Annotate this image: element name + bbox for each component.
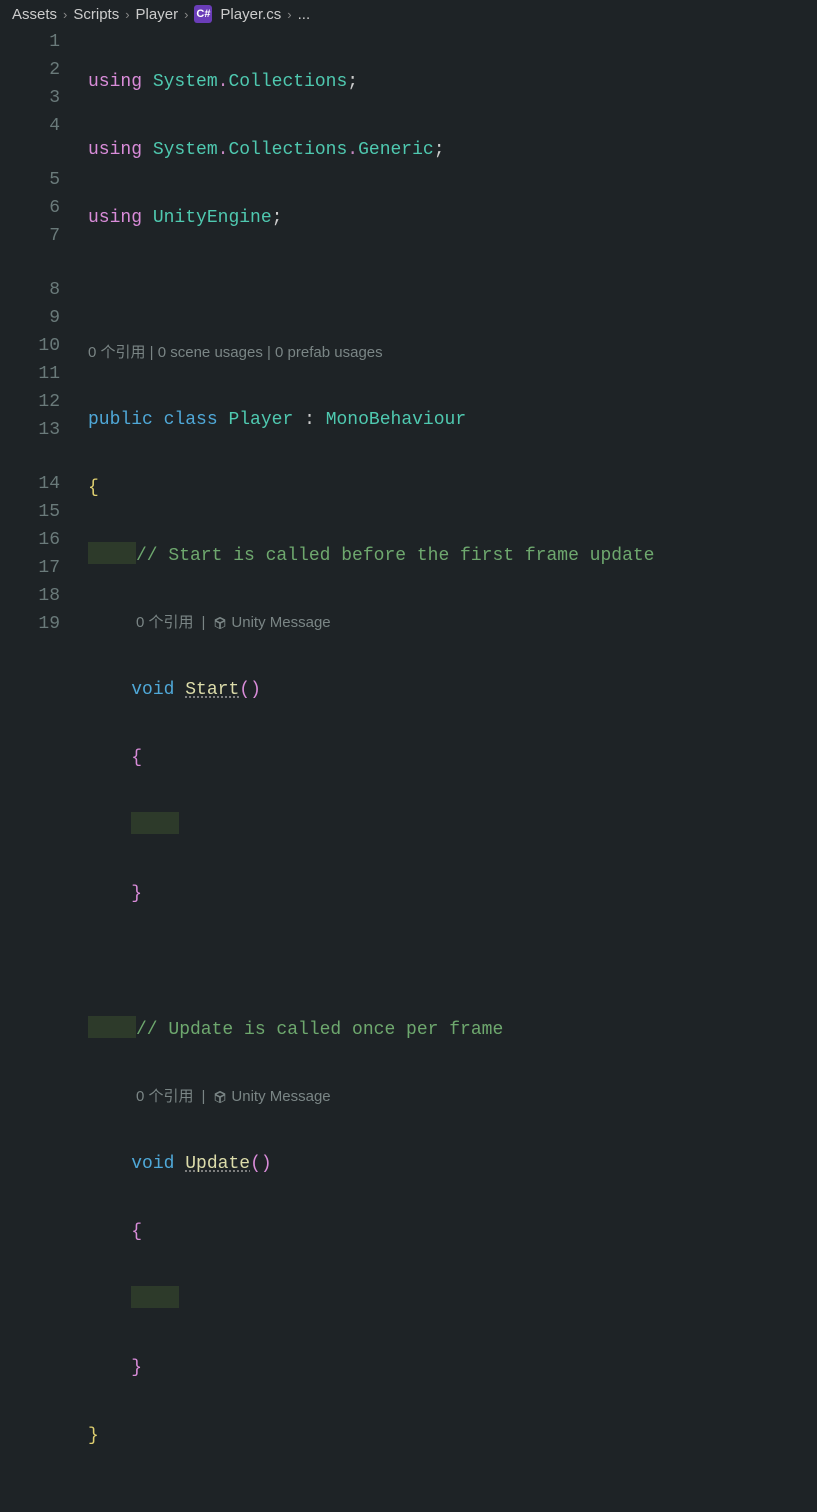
line-number: 12 bbox=[0, 388, 60, 416]
method-update: Update bbox=[185, 1154, 250, 1174]
keyword-using: using bbox=[88, 72, 142, 92]
code-line[interactable]: // Start is called before the first fram… bbox=[88, 542, 817, 570]
codelens-update[interactable]: 0 个引用|Unity Message bbox=[88, 1084, 817, 1110]
code-line[interactable]: } bbox=[88, 1354, 817, 1382]
brace-open: { bbox=[131, 1222, 142, 1242]
comment: // Start is called before the first fram… bbox=[136, 546, 654, 566]
breadcrumb-item-file[interactable]: Player.cs bbox=[220, 6, 281, 23]
line-number: 17 bbox=[0, 554, 60, 582]
chevron-right-icon: › bbox=[182, 7, 190, 22]
code-line[interactable]: // Update is called once per frame bbox=[88, 1016, 817, 1044]
breadcrumb-item-symbol[interactable]: ... bbox=[298, 6, 311, 23]
code-line[interactable] bbox=[88, 812, 817, 840]
code-line[interactable]: { bbox=[88, 474, 817, 502]
breadcrumb-item-scripts[interactable]: Scripts bbox=[73, 6, 119, 23]
class-name: Player bbox=[228, 410, 293, 430]
brace-open: { bbox=[131, 748, 142, 768]
chevron-right-icon: › bbox=[285, 7, 293, 22]
line-number: 6 bbox=[0, 194, 60, 222]
brace-close: } bbox=[88, 1426, 99, 1446]
line-number: 3 bbox=[0, 84, 60, 112]
code-line[interactable]: using UnityEngine; bbox=[88, 204, 817, 232]
indent-guide-highlight bbox=[88, 542, 136, 564]
breadcrumb-item-player-folder[interactable]: Player bbox=[136, 6, 179, 23]
code-line[interactable]: using System.Collections; bbox=[88, 68, 817, 96]
namespace: System bbox=[153, 140, 218, 160]
base-class: MonoBehaviour bbox=[326, 410, 466, 430]
codelens-start[interactable]: 0 个引用|Unity Message bbox=[88, 610, 817, 636]
line-number: 13 bbox=[0, 416, 60, 444]
code-line[interactable]: } bbox=[88, 1422, 817, 1450]
keyword-public: public bbox=[88, 410, 153, 430]
line-number: 2 bbox=[0, 56, 60, 84]
line-number: 16 bbox=[0, 526, 60, 554]
line-number: 1 bbox=[0, 28, 60, 56]
code-line[interactable] bbox=[88, 948, 817, 976]
line-number: 9 bbox=[0, 304, 60, 332]
csharp-file-icon: C# bbox=[194, 5, 212, 23]
breadcrumb: Assets › Scripts › Player › C# Player.cs… bbox=[0, 0, 817, 28]
namespace: Collections bbox=[228, 72, 347, 92]
line-number: 10 bbox=[0, 332, 60, 360]
keyword-void: void bbox=[131, 1154, 174, 1174]
breadcrumb-item-assets[interactable]: Assets bbox=[12, 6, 57, 23]
method-start: Start bbox=[185, 680, 239, 700]
brace-close: } bbox=[131, 884, 142, 904]
cube-icon bbox=[213, 1090, 227, 1104]
namespace: Generic bbox=[358, 140, 434, 160]
code-line[interactable]: } bbox=[88, 880, 817, 908]
brace-close: } bbox=[131, 1358, 142, 1378]
line-number: 4 bbox=[0, 112, 60, 140]
code-line[interactable] bbox=[88, 1490, 817, 1512]
keyword-class: class bbox=[164, 410, 218, 430]
codelens-class[interactable]: 0 个引用 | 0 scene usages | 0 prefab usages bbox=[88, 340, 817, 366]
line-number: 18 bbox=[0, 582, 60, 610]
line-number: 7 bbox=[0, 222, 60, 250]
line-number: 8 bbox=[0, 276, 60, 304]
namespace: Collections bbox=[228, 140, 347, 160]
code-line[interactable]: { bbox=[88, 1218, 817, 1246]
chevron-right-icon: › bbox=[61, 7, 69, 22]
code-area[interactable]: using System.Collections; using System.C… bbox=[88, 28, 817, 1512]
comment: // Update is called once per frame bbox=[136, 1020, 503, 1040]
indent-guide-highlight bbox=[131, 812, 179, 834]
keyword-void: void bbox=[131, 680, 174, 700]
namespace: System bbox=[153, 72, 218, 92]
code-line[interactable]: using System.Collections.Generic; bbox=[88, 136, 817, 164]
code-line[interactable] bbox=[88, 272, 817, 300]
brace-open: { bbox=[88, 478, 99, 498]
code-line[interactable]: public class Player : MonoBehaviour bbox=[88, 406, 817, 434]
namespace: UnityEngine bbox=[153, 208, 272, 228]
code-line[interactable]: void Update() bbox=[88, 1150, 817, 1178]
indent-guide-highlight bbox=[88, 1016, 136, 1038]
indent-guide-highlight bbox=[131, 1286, 179, 1308]
code-line[interactable]: void Start() bbox=[88, 676, 817, 704]
keyword-using: using bbox=[88, 140, 142, 160]
code-line[interactable] bbox=[88, 1286, 817, 1314]
line-number-gutter: 1 2 3 4 5 6 7 8 9 10 11 12 13 14 15 16 1… bbox=[0, 28, 88, 1512]
line-number: 15 bbox=[0, 498, 60, 526]
line-number: 11 bbox=[0, 360, 60, 388]
line-number: 5 bbox=[0, 166, 60, 194]
line-number: 14 bbox=[0, 470, 60, 498]
code-line[interactable]: { bbox=[88, 744, 817, 772]
keyword-using: using bbox=[88, 208, 142, 228]
cube-icon bbox=[213, 616, 227, 630]
code-editor[interactable]: 1 2 3 4 5 6 7 8 9 10 11 12 13 14 15 16 1… bbox=[0, 28, 817, 1512]
chevron-right-icon: › bbox=[123, 7, 131, 22]
line-number: 19 bbox=[0, 610, 60, 638]
